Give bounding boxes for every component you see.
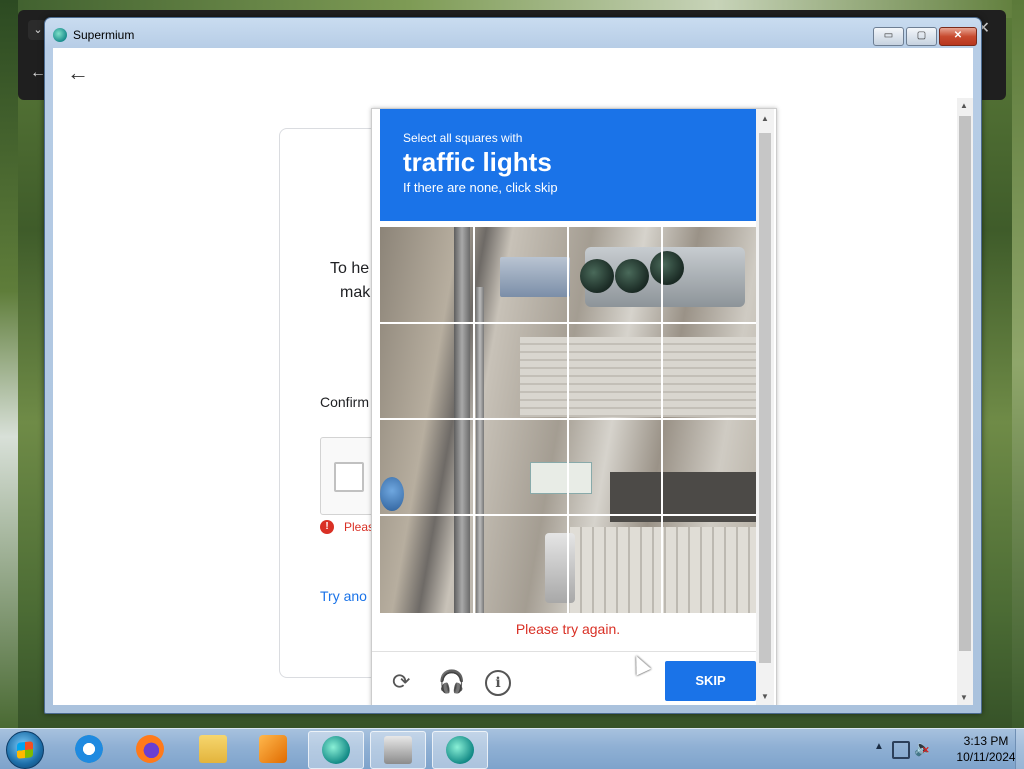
captcha-instruction-small: Select all squares with [403, 131, 523, 145]
captcha-instruction-sub: If there are none, click skip [403, 180, 558, 195]
taskbar-supermium[interactable] [308, 731, 364, 769]
captcha-tile[interactable] [662, 324, 756, 421]
network-icon[interactable] [892, 741, 910, 759]
tray-expand-icon[interactable]: ▲ [874, 741, 884, 752]
system-tray: ▲ 🔈 ✕ 3:13 PM 10/11/2024 [864, 729, 1024, 769]
grid-line [661, 227, 663, 613]
taskbar-internet-explorer[interactable] [62, 731, 116, 767]
captcha-tile[interactable] [474, 517, 568, 614]
error-icon: ! [320, 520, 334, 534]
reload-icon[interactable]: ⟳ [392, 671, 410, 693]
recaptcha-checkbox[interactable] [334, 462, 364, 492]
taskbar-file-explorer[interactable] [186, 731, 240, 767]
screen-capture-icon [384, 736, 412, 764]
taskbar-screen-capture[interactable] [370, 731, 426, 769]
close-button[interactable]: ✕ [939, 27, 977, 46]
firefox-icon [136, 735, 164, 763]
captcha-error-message: Please try again. [515, 621, 621, 637]
info-icon[interactable]: i [485, 670, 511, 696]
show-desktop-button[interactable] [1015, 729, 1024, 769]
captcha-tile[interactable] [380, 227, 474, 324]
skip-button[interactable]: SKIP [665, 661, 756, 701]
file-explorer-icon [199, 735, 227, 763]
captcha-scrollbar[interactable]: ▲ ▼ [756, 109, 774, 705]
taskbar-media-player[interactable] [246, 731, 300, 767]
captcha-tile[interactable] [474, 324, 568, 421]
captcha-tile[interactable] [380, 324, 474, 421]
captcha-tile[interactable] [380, 517, 474, 614]
captcha-scrollbar-thumb[interactable] [759, 133, 771, 663]
taskbar-supermium-2[interactable] [432, 731, 488, 769]
captcha-image-grid [380, 227, 756, 613]
help-text-line1: To he [330, 260, 370, 277]
grid-line [380, 418, 756, 420]
title-bar[interactable]: Supermium ▭ ▢ ✕ [45, 18, 981, 48]
captcha-tile[interactable] [662, 420, 756, 517]
grid-line [567, 227, 569, 613]
captcha-challenge: Select all squares with traffic lights I… [371, 108, 777, 705]
captcha-tile[interactable] [474, 227, 568, 324]
clock-date: 10/11/2024 [956, 750, 1016, 764]
supermium-icon [322, 736, 350, 764]
desktop-wallpaper-left [0, 0, 18, 728]
try-another-way-link[interactable]: Try ano [320, 588, 367, 604]
captcha-target: traffic lights [403, 147, 552, 177]
scroll-down-icon[interactable]: ▼ [960, 693, 968, 702]
clock-time: 3:13 PM [963, 734, 1009, 748]
window-title: Supermium [73, 28, 135, 42]
captcha-divider [372, 651, 764, 652]
captcha-tile[interactable] [474, 420, 568, 517]
start-button[interactable] [6, 731, 44, 769]
maximize-button[interactable]: ▢ [906, 27, 937, 46]
scroll-up-icon[interactable]: ▲ [960, 101, 968, 110]
scroll-down-icon[interactable]: ▼ [761, 692, 769, 701]
grid-line [473, 227, 475, 613]
minimize-button[interactable]: ▭ [873, 27, 904, 46]
help-text: To he mak [330, 257, 370, 305]
clock[interactable]: 3:13 PM 10/11/2024 [950, 733, 1022, 765]
audio-icon[interactable]: 🎧 [438, 671, 465, 693]
grid-line [380, 322, 756, 324]
captcha-tile[interactable] [568, 324, 662, 421]
confirm-label: Confirm [320, 394, 370, 410]
scroll-up-icon[interactable]: ▲ [761, 114, 769, 123]
mute-icon: ✕ [922, 745, 930, 755]
page-scrollbar[interactable]: ▲ ▼ [957, 98, 973, 705]
taskbar: ▲ 🔈 ✕ 3:13 PM 10/11/2024 [0, 728, 1024, 769]
captcha-tile[interactable] [380, 420, 474, 517]
page-content: ← To he mak Confirm ! Pleas Try ano ▲ ▼ … [53, 48, 973, 705]
captcha-tile[interactable] [568, 227, 662, 324]
captcha-tile[interactable] [568, 420, 662, 517]
captcha-tile[interactable] [662, 227, 756, 324]
taskbar-firefox[interactable] [123, 731, 177, 767]
captcha-tile[interactable] [568, 517, 662, 614]
media-player-icon [259, 735, 287, 763]
supermium-icon [53, 28, 67, 42]
internet-explorer-icon [75, 735, 103, 763]
captcha-tile[interactable] [662, 517, 756, 614]
windows-logo-icon [17, 741, 33, 759]
grid-line [380, 514, 756, 516]
help-text-line2: mak [340, 284, 371, 301]
captcha-header: Select all squares with traffic lights I… [380, 109, 756, 221]
browser-window: Supermium ▭ ▢ ✕ ← To he mak Confirm ! Pl… [44, 17, 982, 714]
page-scrollbar-thumb[interactable] [959, 116, 971, 651]
desktop-wallpaper-right [1012, 0, 1024, 728]
error-text: Pleas [344, 520, 375, 534]
arrow-left-icon[interactable]: ← [67, 62, 89, 84]
supermium-icon [446, 736, 474, 764]
